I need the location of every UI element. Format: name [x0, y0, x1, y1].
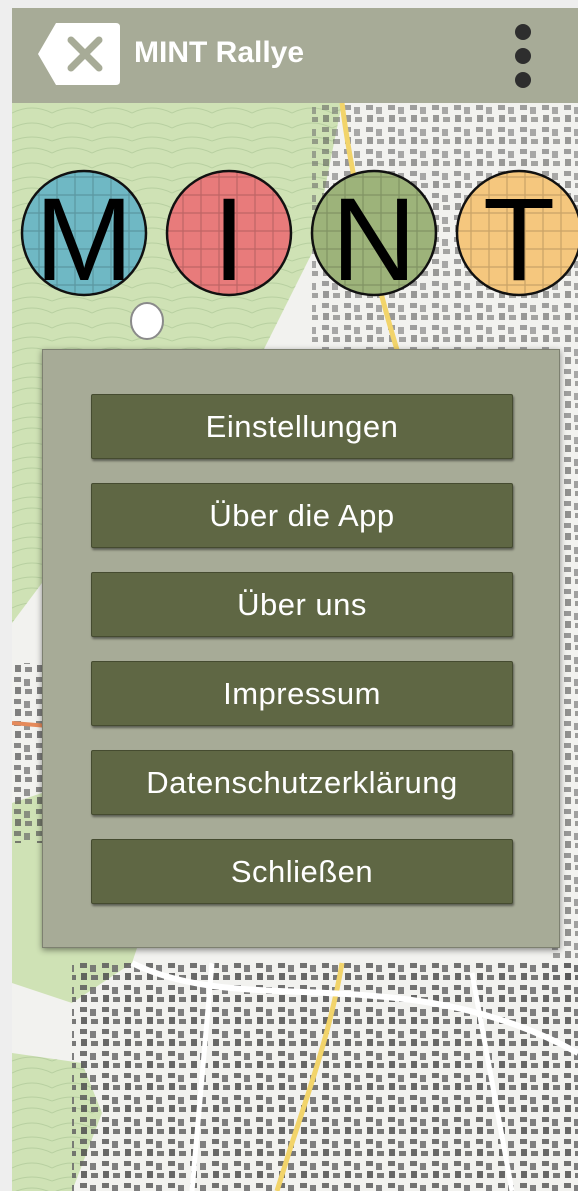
more-options-button[interactable]	[506, 22, 540, 90]
imprint-button[interactable]: Impressum	[91, 661, 513, 726]
logo-text-n: N	[331, 174, 416, 298]
logo-letter-t: T	[455, 169, 578, 298]
about-app-button[interactable]: Über die App	[91, 483, 513, 548]
logo-letter-i: I	[165, 169, 293, 298]
logo-letter-m: M	[20, 169, 148, 298]
app-title: MINT Rallye	[134, 36, 305, 69]
about-us-button[interactable]: Über uns	[91, 572, 513, 637]
settings-button[interactable]: Einstellungen	[91, 394, 513, 459]
logo-text-m: M	[35, 174, 133, 298]
logo-letter-n: N	[310, 169, 438, 298]
app-screen: MINT Rallye M I N T Einstellungen Über d…	[12, 8, 578, 1191]
privacy-policy-button[interactable]: Datenschutzerklärung	[91, 750, 513, 815]
close-icon	[38, 23, 120, 85]
logo-text-t: T	[483, 174, 555, 298]
app-bar: MINT Rallye	[12, 8, 578, 103]
mint-logo: M I N T	[20, 169, 578, 298]
menu-panel: Einstellungen Über die App Über uns Impr…	[42, 349, 560, 948]
close-menu-button[interactable]: Schließen	[91, 839, 513, 904]
logo-text-i: I	[213, 174, 246, 298]
close-button[interactable]	[38, 23, 120, 85]
